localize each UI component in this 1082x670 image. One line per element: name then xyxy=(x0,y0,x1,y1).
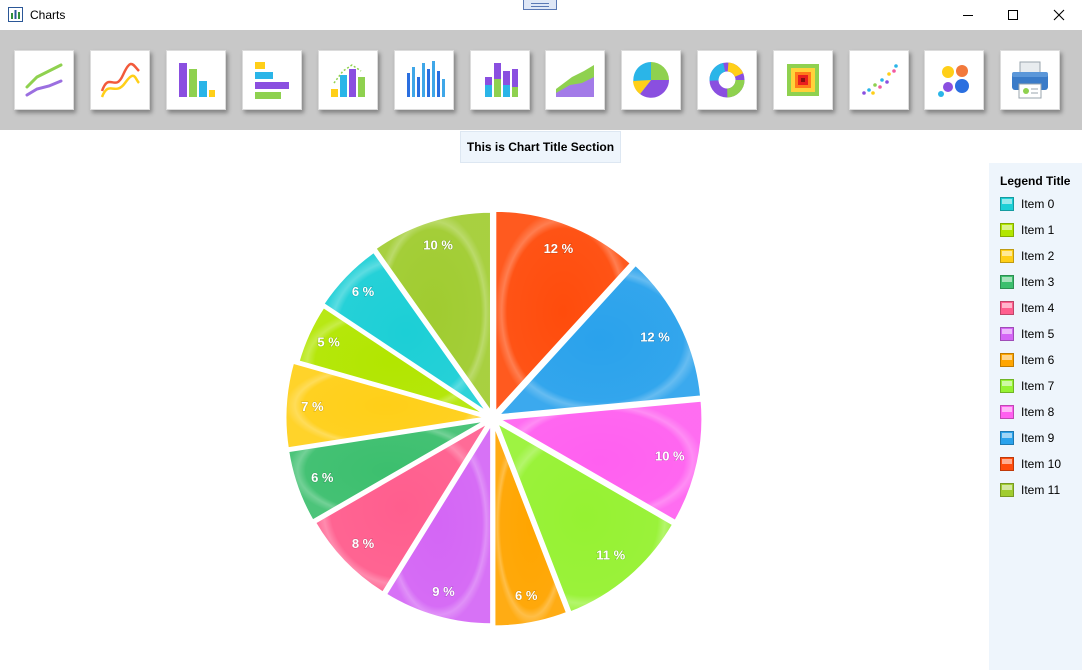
legend-label-7: Item 7 xyxy=(1021,379,1055,393)
legend-label-10: Item 10 xyxy=(1021,457,1062,471)
legend-item-9[interactable]: Item 9 xyxy=(1000,430,1054,446)
legend-label-2: Item 2 xyxy=(1021,249,1055,263)
slice-value-label-11: 10 % xyxy=(423,238,453,253)
legend-item-8[interactable]: Item 8 xyxy=(1000,404,1054,420)
slice-value-label-8: 10 % xyxy=(655,449,685,464)
legend-swatch-4 xyxy=(1000,301,1014,315)
legend-swatch-10 xyxy=(1000,457,1014,471)
legend-label-4: Item 4 xyxy=(1021,301,1055,315)
legend-item-11[interactable]: Item 11 xyxy=(1000,482,1060,498)
legend-item-1[interactable]: Item 1 xyxy=(1000,222,1054,238)
legend-swatch-9 xyxy=(1000,431,1014,445)
slice-value-label-2: 7 % xyxy=(301,399,324,414)
legend-label-0: Item 0 xyxy=(1021,197,1055,211)
legend-item-3[interactable]: Item 3 xyxy=(1000,274,1054,290)
legend: Legend Title Item 0 Item 1 Item 2 Item 3 Ite… xyxy=(989,163,1082,670)
legend-label-5: Item 5 xyxy=(1021,327,1055,341)
legend-swatch-0 xyxy=(1000,197,1014,211)
slice-value-label-7: 11 % xyxy=(596,547,625,562)
legend-swatch-5 xyxy=(1000,327,1014,341)
legend-label-11: Item 11 xyxy=(1021,483,1061,497)
legend-swatch-11 xyxy=(1000,483,1014,497)
slice-value-label-9: 12 % xyxy=(640,329,670,344)
legend-title: Legend Title xyxy=(1000,174,1071,188)
legend-item-6[interactable]: Item 6 xyxy=(1000,352,1054,368)
legend-label-6: Item 6 xyxy=(1021,353,1055,367)
legend-item-0[interactable]: Item 0 xyxy=(1000,196,1054,212)
legend-item-5[interactable]: Item 5 xyxy=(1000,326,1054,342)
slice-value-label-0: 6 % xyxy=(352,284,375,299)
pie-chart: 12 % 12 % 10 % 11 % 6 % 9 % 8 % 6 % 7 % 5 % 6 % 10 … xyxy=(283,208,705,629)
slice-value-label-1: 5 % xyxy=(317,334,340,349)
legend-swatch-2 xyxy=(1000,249,1014,263)
legend-swatch-7 xyxy=(1000,379,1014,393)
legend-swatch-3 xyxy=(1000,275,1014,289)
legend-label-1: Item 1 xyxy=(1021,223,1055,237)
legend-swatch-6 xyxy=(1000,353,1014,367)
legend-swatch-1 xyxy=(1000,223,1014,237)
legend-item-4[interactable]: Item 4 xyxy=(1000,300,1054,316)
slice-value-label-4: 8 % xyxy=(352,536,375,551)
slice-value-label-6: 6 % xyxy=(515,588,538,603)
slice-value-label-10: 12 % xyxy=(544,241,574,256)
legend-swatch-8 xyxy=(1000,405,1014,419)
legend-item-2[interactable]: Item 2 xyxy=(1000,248,1054,264)
slice-value-label-5: 9 % xyxy=(432,584,455,599)
legend-label-9: Item 9 xyxy=(1021,431,1055,445)
legend-item-10[interactable]: Item 10 xyxy=(1000,456,1061,472)
slice-value-label-3: 6 % xyxy=(311,470,334,485)
legend-item-7[interactable]: Item 7 xyxy=(1000,378,1054,394)
legend-label-8: Item 8 xyxy=(1021,405,1055,419)
legend-label-3: Item 3 xyxy=(1021,275,1055,289)
